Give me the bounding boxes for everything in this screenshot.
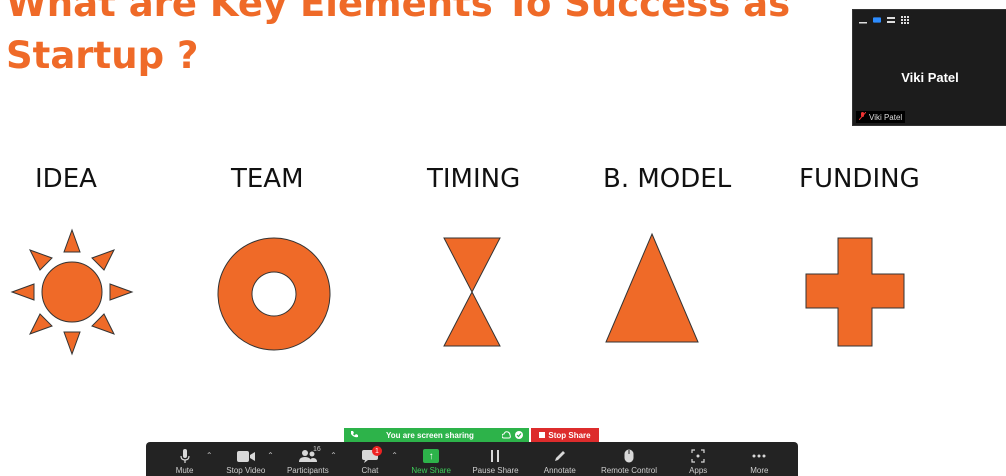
chat-label: Chat [361, 466, 379, 475]
remote-control-label: Remote Control [600, 466, 657, 475]
annotate-button[interactable]: Annotate [540, 448, 580, 476]
more-label: More [750, 466, 769, 475]
apps-label: Apps [689, 466, 708, 475]
video-camera-icon [236, 448, 255, 464]
participant-footer: Viki Patel [856, 111, 906, 123]
label-timing: TIMING [427, 164, 521, 194]
chevron-up-icon[interactable]: ⌃ [267, 451, 274, 460]
triangle-icon [605, 232, 699, 343]
slide-title-line-2: Startup ? [6, 34, 199, 77]
mute-label: Mute [175, 466, 194, 475]
mute-button[interactable]: ⌃ Mute [165, 448, 213, 476]
chat-button[interactable]: 1 ⌃ Chat [350, 446, 398, 476]
label-funding: FUNDING [799, 164, 920, 194]
participant-name: Viki Patel [901, 70, 959, 85]
chat-unread-badge: 1 [371, 446, 382, 456]
chevron-up-icon[interactable]: ⌃ [391, 451, 398, 460]
strip-view-icon[interactable] [887, 16, 895, 24]
pause-icon [490, 448, 500, 464]
cross-icon [805, 237, 905, 347]
chevron-up-icon[interactable]: ⌃ [206, 451, 213, 460]
label-team: TEAM [231, 164, 304, 194]
pen-icon [553, 448, 567, 464]
sharing-status-icons [501, 431, 523, 439]
minimize-icon[interactable] [859, 16, 867, 24]
stop-video-button[interactable]: ⌃ Stop Video [226, 448, 274, 476]
label-b-model: B. MODEL [603, 164, 732, 194]
gallery-view-icon[interactable] [901, 16, 909, 24]
tile-controls [859, 16, 909, 24]
annotate-label: Annotate [543, 466, 576, 475]
more-button[interactable]: More [739, 448, 779, 476]
stop-share-button[interactable]: Stop Share [531, 428, 599, 442]
slide-title-line-1: What are Key Elements To Success as [6, 0, 791, 25]
chevron-up-icon[interactable]: ⌃ [330, 451, 337, 460]
participants-button[interactable]: 16 ⌃ Participants [286, 446, 337, 476]
stop-video-label: Stop Video [226, 466, 266, 475]
apps-icon [691, 448, 705, 464]
stop-share-label: Stop Share [548, 430, 591, 440]
sharing-status-text: You are screen sharing [386, 430, 474, 440]
hourglass-icon [443, 237, 501, 347]
slide-title: What are Key Elements To Success as Star… [6, 0, 790, 82]
screen-sharing-banner[interactable]: You are screen sharing [344, 428, 529, 442]
meeting-toolbar: ⌃ Mute ⌃ Stop Video 16 ⌃ Participants 1 … [146, 442, 798, 476]
muted-mic-icon [858, 111, 867, 122]
cloud-icon [501, 431, 511, 439]
new-share-icon-wrap: ↑ [423, 448, 440, 464]
participant-footer-name: Viki Patel [869, 112, 903, 122]
label-idea: IDEA [35, 164, 97, 194]
participants-count: 16 [312, 446, 321, 453]
microphone-icon [179, 448, 190, 464]
pause-share-label: Pause Share [472, 466, 519, 475]
ring-icon [217, 237, 331, 351]
share-arrow-up-icon: ↑ [423, 449, 440, 463]
mouse-icon [624, 448, 634, 464]
more-dots-icon [752, 448, 766, 464]
participant-video-tile[interactable]: Viki Patel Viki Patel [852, 9, 1006, 126]
new-share-label: New Share [411, 466, 451, 475]
speaker-view-icon[interactable] [873, 16, 881, 24]
sun-icon [10, 228, 134, 356]
new-share-button[interactable]: ↑ New Share [411, 448, 451, 476]
apps-button[interactable]: Apps [678, 448, 718, 476]
remote-control-button[interactable]: Remote Control [601, 448, 657, 476]
shield-check-icon [514, 431, 523, 439]
pause-share-button[interactable]: Pause Share [472, 448, 519, 476]
sharing-drag-icon [350, 430, 358, 440]
stop-square-icon [539, 431, 546, 440]
participants-label: Participants [286, 466, 329, 475]
